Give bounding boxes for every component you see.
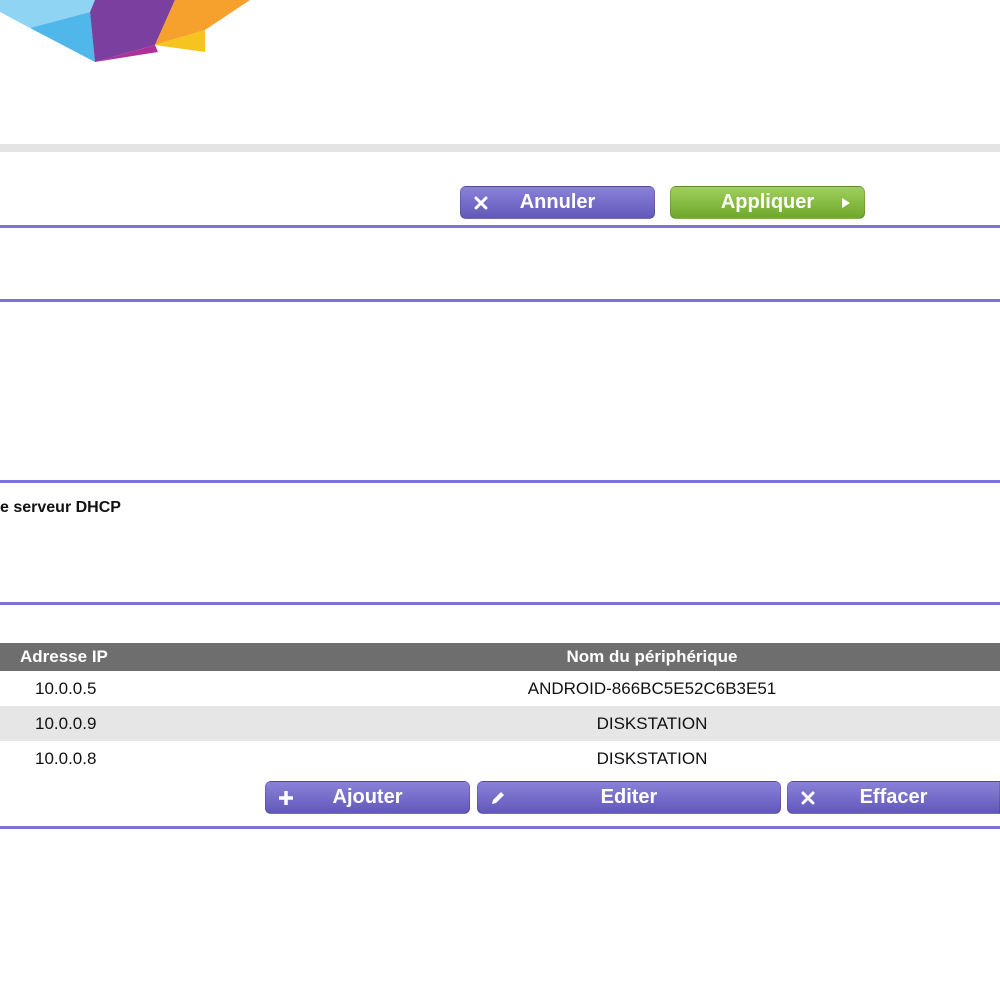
section-divider — [0, 225, 1000, 228]
add-button[interactable]: Ajouter — [265, 781, 470, 814]
cell-device-name: DISKSTATION — [596, 749, 708, 768]
add-button-label: Ajouter — [332, 786, 403, 808]
cell-ip: 10.0.0.9 — [35, 714, 97, 733]
brand-logo — [0, 0, 250, 62]
header-divider — [0, 144, 1000, 152]
section-divider — [0, 826, 1000, 829]
header-ip-address: Adresse IP — [20, 647, 108, 666]
cell-ip: 10.0.0.5 — [35, 679, 97, 698]
delete-button-label: Effacer — [859, 786, 928, 808]
delete-button[interactable]: Effacer — [787, 781, 1000, 814]
play-arrow-icon — [836, 193, 856, 213]
edit-button[interactable]: Editer — [477, 781, 781, 814]
header-device-name: Nom du périphérique — [566, 647, 738, 666]
dhcp-section-label: e serveur DHCP — [0, 499, 121, 516]
edit-button-label: Editer — [600, 786, 658, 808]
cancel-button[interactable]: Annuler — [460, 186, 655, 219]
address-reservation-table: Adresse IP Nom du périphérique 10.0.0.5 … — [0, 643, 1000, 776]
cancel-button-label: Annuler — [519, 191, 596, 213]
cell-ip: 10.0.0.8 — [35, 749, 97, 768]
apply-button[interactable]: Appliquer — [670, 186, 865, 219]
table-header: Adresse IP Nom du périphérique — [0, 643, 1000, 671]
section-divider — [0, 602, 1000, 605]
cell-device-name: ANDROID-866BC5E52C6B3E51 — [527, 679, 777, 698]
table-row[interactable]: 10.0.0.5 ANDROID-866BC5E52C6B3E51 — [0, 671, 1000, 706]
table-row[interactable]: 10.0.0.8 DISKSTATION — [0, 741, 1000, 776]
section-divider — [0, 480, 1000, 483]
table-row[interactable]: 10.0.0.9 DISKSTATION — [0, 706, 1000, 741]
section-divider — [0, 299, 1000, 302]
cell-device-name: DISKSTATION — [596, 714, 708, 733]
